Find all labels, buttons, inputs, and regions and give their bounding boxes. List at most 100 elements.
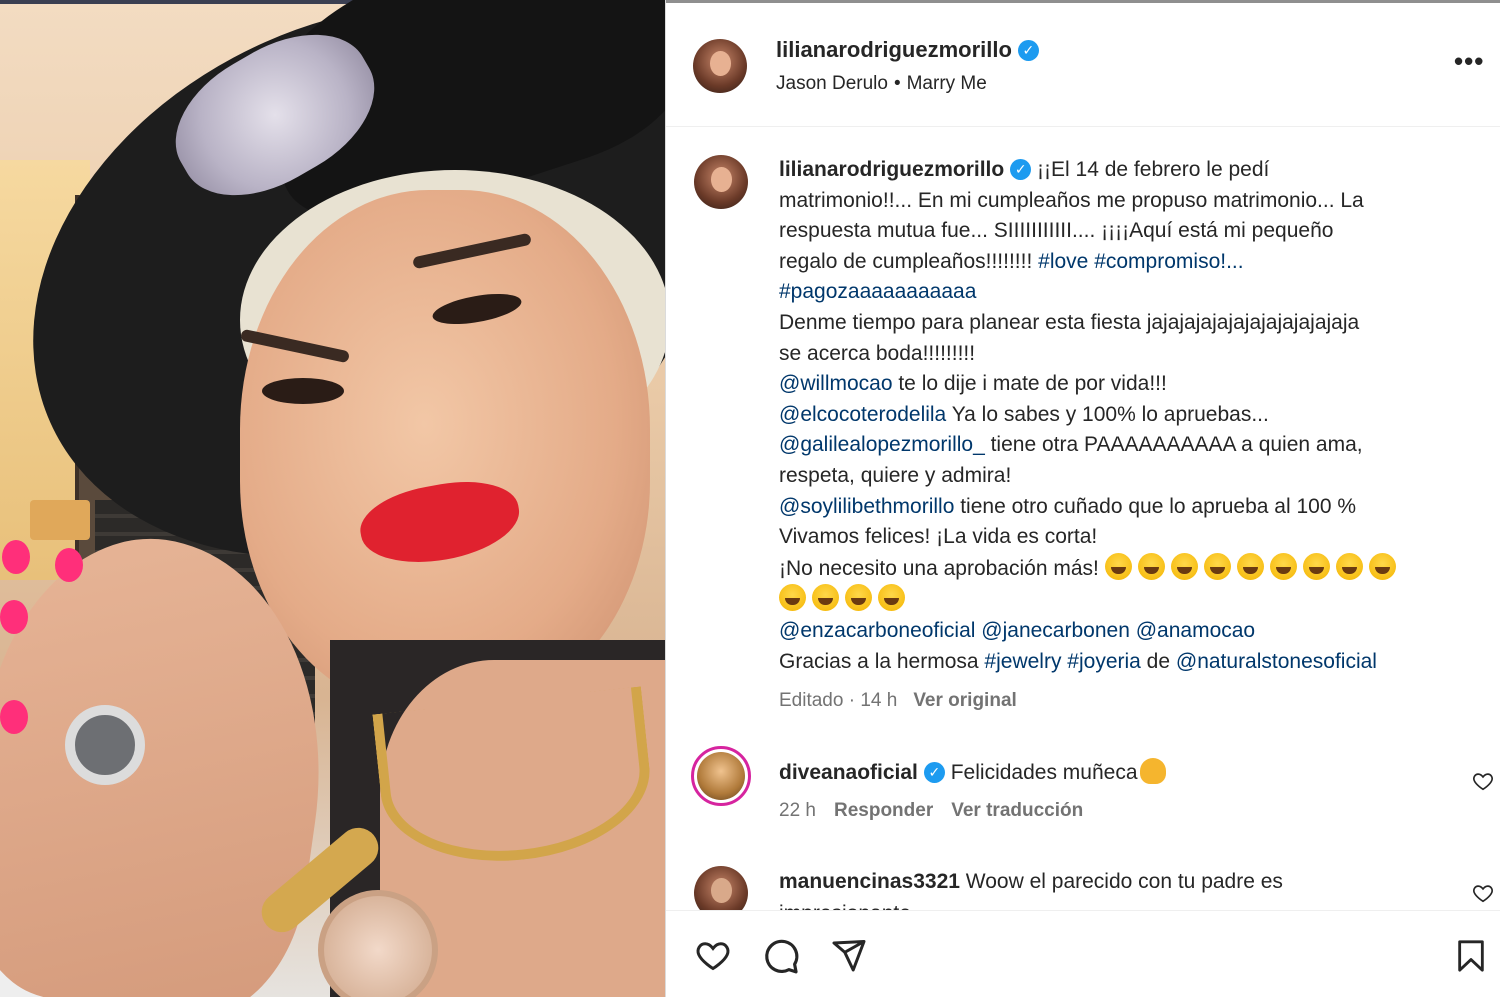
- hashtag-link[interactable]: #pagozaaaaaaaaaaa: [779, 280, 976, 303]
- comment-actions: 22 h Responder Ver traducción: [779, 800, 1101, 822]
- comment-like-heart-icon[interactable]: [1472, 882, 1494, 904]
- mention-link[interactable]: @willmocao: [779, 372, 893, 395]
- mention-link[interactable]: @naturalstonesoficial: [1176, 650, 1377, 673]
- comment-text-row: manuencinas3321 Woow el parecido con tu …: [779, 870, 1283, 894]
- hashtag-link[interactable]: #jewelry: [984, 650, 1061, 673]
- share-icon[interactable]: [830, 937, 868, 973]
- laughing-emoji-icon: [1236, 552, 1264, 580]
- comment-avatar[interactable]: [691, 746, 751, 806]
- comment-text: Woow el parecido con tu padre es: [965, 870, 1283, 893]
- post-actions-bar: [666, 910, 1500, 997]
- mention-link[interactable]: @elcocoterodelila: [779, 403, 946, 426]
- heart-icon[interactable]: [694, 937, 732, 973]
- caption-text: Gracias a la hermosa: [779, 649, 985, 673]
- caption-line: #pagozaaaaaaaaaaa: [779, 277, 1474, 308]
- caption-text: tiene otra PAAAAAAAAAA a quien ama,: [984, 433, 1363, 457]
- laughing-emoji-icon: [1302, 552, 1330, 580]
- post-caption: lilianarodriguezmorillo ✓ ¡¡El 14 de febr…: [779, 155, 1474, 677]
- laughing-emoji-icon: [1104, 552, 1132, 580]
- laughing-emoji-icon: [1269, 552, 1297, 580]
- verified-badge-icon: ✓: [1010, 159, 1032, 180]
- comment-username[interactable]: diveanaoficial: [779, 761, 918, 784]
- more-options-button[interactable]: •••: [1454, 48, 1484, 74]
- caption-line: @enzacarboneoficial @janecarbonen @anamo…: [779, 616, 1474, 647]
- laughing-emoji-icon: [1170, 552, 1198, 580]
- laughing-emoji-icon: [1203, 552, 1231, 580]
- audio-info[interactable]: Jason Derulo • Marry Me: [776, 73, 987, 95]
- photo-nail: [2, 540, 30, 574]
- audio-artist[interactable]: Jason Derulo: [776, 73, 888, 94]
- photo-nail: [0, 700, 28, 734]
- audio-separator: •: [893, 73, 901, 94]
- author-username-row: lilianarodriguezmorillo ✓: [776, 37, 1039, 63]
- laughing-emoji-icon: [779, 584, 806, 612]
- mention-link[interactable]: @janecarbonen: [981, 619, 1130, 642]
- author-username[interactable]: lilianarodriguezmorillo: [776, 37, 1012, 62]
- laughing-emoji-icon: [1137, 552, 1165, 580]
- caption-line: se acerca boda!!!!!!!!!: [779, 341, 976, 365]
- comment-text: Felicidades muñeca: [950, 761, 1138, 784]
- caption-text: ¡¡El 14 de febrero le pedí: [1037, 158, 1270, 181]
- caption-line: regalo de cumpleaños!!!!!!!! #love #comp…: [779, 247, 1474, 278]
- photo-ring: [65, 705, 145, 785]
- laughing-emoji-icon: [1335, 552, 1363, 580]
- caption-line: respeta, quiere y admira!: [779, 463, 1012, 487]
- photo-face: [240, 190, 650, 710]
- laughing-emoji-icon: [1368, 552, 1396, 580]
- photo-eye-left: [262, 378, 344, 404]
- caption-line: Vivamos felices! ¡La vida es corta!: [779, 525, 1098, 549]
- caption-line: @willmocao te lo dije i mate de por vida…: [779, 369, 1474, 400]
- caption-line: @soylilibethmorillo tiene otro cuñado qu…: [779, 492, 1474, 523]
- post-photo[interactable]: [0, 0, 665, 997]
- caption-text: te lo dije i mate de por vida!!!: [892, 372, 1167, 396]
- caption-line: Denme tiempo para planear esta fiesta ja…: [779, 310, 1360, 334]
- hashtag-link[interactable]: #love: [1038, 250, 1088, 273]
- caption-line: respuesta mutua fue... SIIIIIIIIIII.... …: [779, 219, 1334, 243]
- comment-time: 22 h: [779, 800, 816, 821]
- reply-button[interactable]: Responder: [834, 800, 933, 821]
- mention-link[interactable]: @soylilibethmorillo: [779, 495, 954, 518]
- verified-badge-icon: ✓: [1017, 40, 1039, 61]
- mention-link[interactable]: @anamocao: [1136, 619, 1255, 642]
- panel-divider: [665, 0, 666, 997]
- hashtag-link[interactable]: #joyeria: [1067, 650, 1141, 673]
- mention-link[interactable]: @enzacarboneoficial: [779, 619, 975, 642]
- comment-icon[interactable]: [762, 937, 800, 975]
- see-original-button[interactable]: Ver original: [913, 690, 1016, 711]
- laughing-emoji-icon: [845, 584, 872, 612]
- photo-nail: [0, 600, 28, 634]
- see-translation-button[interactable]: Ver traducción: [951, 800, 1083, 821]
- caption-line: lilianarodriguezmorillo ✓ ¡¡El 14 de febr…: [779, 155, 1474, 186]
- comment-like-heart-icon[interactable]: [1472, 770, 1494, 792]
- caption-text: de: [1140, 649, 1176, 673]
- caption-text: Ya lo sabes y 100% lo apruebas...: [946, 402, 1269, 426]
- hashtag-link[interactable]: #compromiso!...: [1094, 250, 1243, 273]
- mention-link[interactable]: @galilealopezmorillo_: [779, 433, 985, 456]
- caption-text: regalo de cumpleaños!!!!!!!!: [779, 249, 1039, 273]
- caption-line: [779, 584, 1474, 616]
- bookmark-icon[interactable]: [1454, 937, 1488, 975]
- caption-meta: Editado · 14 h Ver original: [779, 690, 1017, 712]
- verified-badge-icon: ✓: [923, 762, 945, 783]
- caption-avatar[interactable]: [694, 155, 748, 209]
- caption-line: matrimonio!!... En mi cumpleaños me prop…: [779, 188, 1364, 212]
- comment-username[interactable]: manuencinas3321: [779, 870, 960, 893]
- photo-lamp: [30, 500, 90, 540]
- post-header: lilianarodriguezmorillo ✓ Jason Derulo • Ma…: [666, 3, 1500, 127]
- laughing-emoji-icon: [878, 584, 905, 612]
- caption-line: ¡No necesito una aprobación más!: [779, 552, 1474, 585]
- photo-nail: [55, 548, 83, 582]
- caption-line: Gracias a la hermosa #jewelry #joyeria d…: [779, 647, 1474, 678]
- audio-track[interactable]: Marry Me: [907, 73, 987, 94]
- caption-line: @galilealopezmorillo_ tiene otra PAAAAAA…: [779, 430, 1474, 461]
- edited-timestamp: Editado · 14 h: [779, 690, 898, 711]
- clapping-hands-emoji-icon: [1139, 758, 1166, 784]
- laughing-emoji-icon: [812, 584, 839, 612]
- comment-text-row: diveanaoficial ✓ Felicidades muñeca: [779, 758, 1166, 785]
- caption-text: tiene otro cuñado que lo aprueba al 100 …: [954, 494, 1357, 518]
- caption-line: @elcocoterodelila Ya lo sabes y 100% lo …: [779, 400, 1474, 431]
- caption-text: ¡No necesito una aprobación más!: [779, 556, 1105, 580]
- author-avatar[interactable]: [693, 39, 747, 93]
- caption-username[interactable]: lilianarodriguezmorillo: [779, 158, 1004, 181]
- photo-top-bar: [0, 0, 385, 4]
